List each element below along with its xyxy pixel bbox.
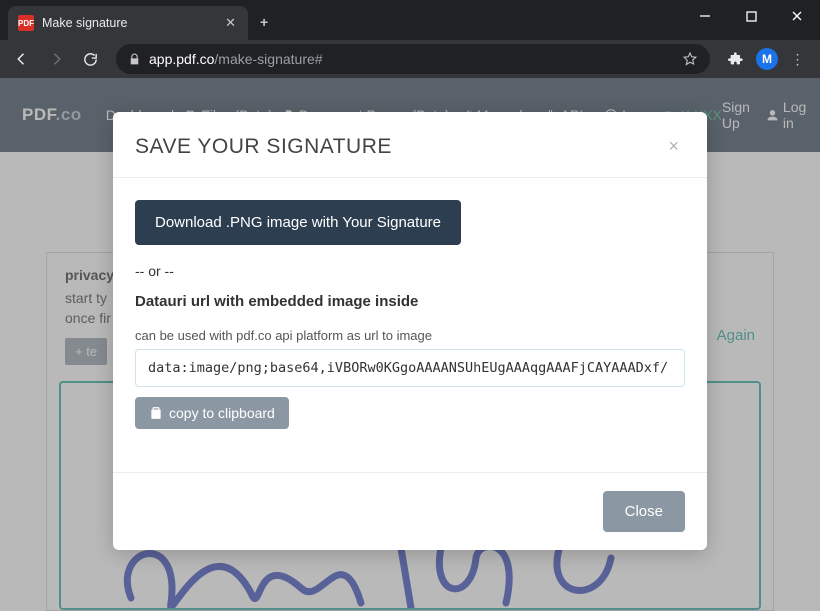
minimize-icon[interactable] <box>682 0 728 32</box>
back-icon[interactable] <box>8 45 36 73</box>
address-bar[interactable]: app.pdf.co/make-signature# <box>116 44 710 74</box>
clipboard-icon <box>149 406 163 420</box>
close-window-icon[interactable] <box>774 0 820 32</box>
copy-label: copy to clipboard <box>169 405 275 421</box>
bookmark-star-icon[interactable] <box>682 51 698 67</box>
modal-header: SAVE YOUR SIGNATURE × <box>113 112 707 178</box>
close-button[interactable]: Close <box>603 491 685 532</box>
or-divider: -- or -- <box>135 263 685 279</box>
tab-title: Make signature <box>42 16 223 30</box>
datauri-heading: Datauri url with embedded image inside <box>135 293 685 310</box>
forward-icon[interactable] <box>42 45 70 73</box>
url-path: /make-signature# <box>214 51 322 67</box>
modal-title: SAVE YOUR SIGNATURE <box>135 135 392 159</box>
datauri-input[interactable] <box>135 349 685 387</box>
download-png-button[interactable]: Download .PNG image with Your Signature <box>135 200 461 245</box>
modal-footer: Close <box>113 472 707 550</box>
browser-titlebar: PDF Make signature ✕ + <box>0 0 820 40</box>
datauri-hint: can be used with pdf.co api platform as … <box>135 328 685 343</box>
lock-icon <box>128 53 141 66</box>
modal-close-icon[interactable]: × <box>662 134 685 159</box>
browser-toolbar: app.pdf.co/make-signature# M ⋮ <box>0 40 820 78</box>
reload-icon[interactable] <box>76 45 104 73</box>
extensions-icon[interactable] <box>722 45 750 73</box>
browser-tab[interactable]: PDF Make signature ✕ <box>8 6 248 40</box>
modal-overlay: SAVE YOUR SIGNATURE × Download .PNG imag… <box>0 78 820 611</box>
window-controls <box>682 0 820 32</box>
save-signature-modal: SAVE YOUR SIGNATURE × Download .PNG imag… <box>113 112 707 550</box>
tab-close-icon[interactable]: ✕ <box>223 13 238 33</box>
maximize-icon[interactable] <box>728 0 774 32</box>
modal-body: Download .PNG image with Your Signature … <box>113 178 707 472</box>
copy-to-clipboard-button[interactable]: copy to clipboard <box>135 397 289 429</box>
url-host: app.pdf.co <box>149 51 214 67</box>
new-tab-button[interactable]: + <box>260 14 268 30</box>
browser-menu-icon[interactable]: ⋮ <box>784 45 812 73</box>
tab-favicon: PDF <box>18 15 34 31</box>
profile-avatar[interactable]: M <box>756 48 778 70</box>
